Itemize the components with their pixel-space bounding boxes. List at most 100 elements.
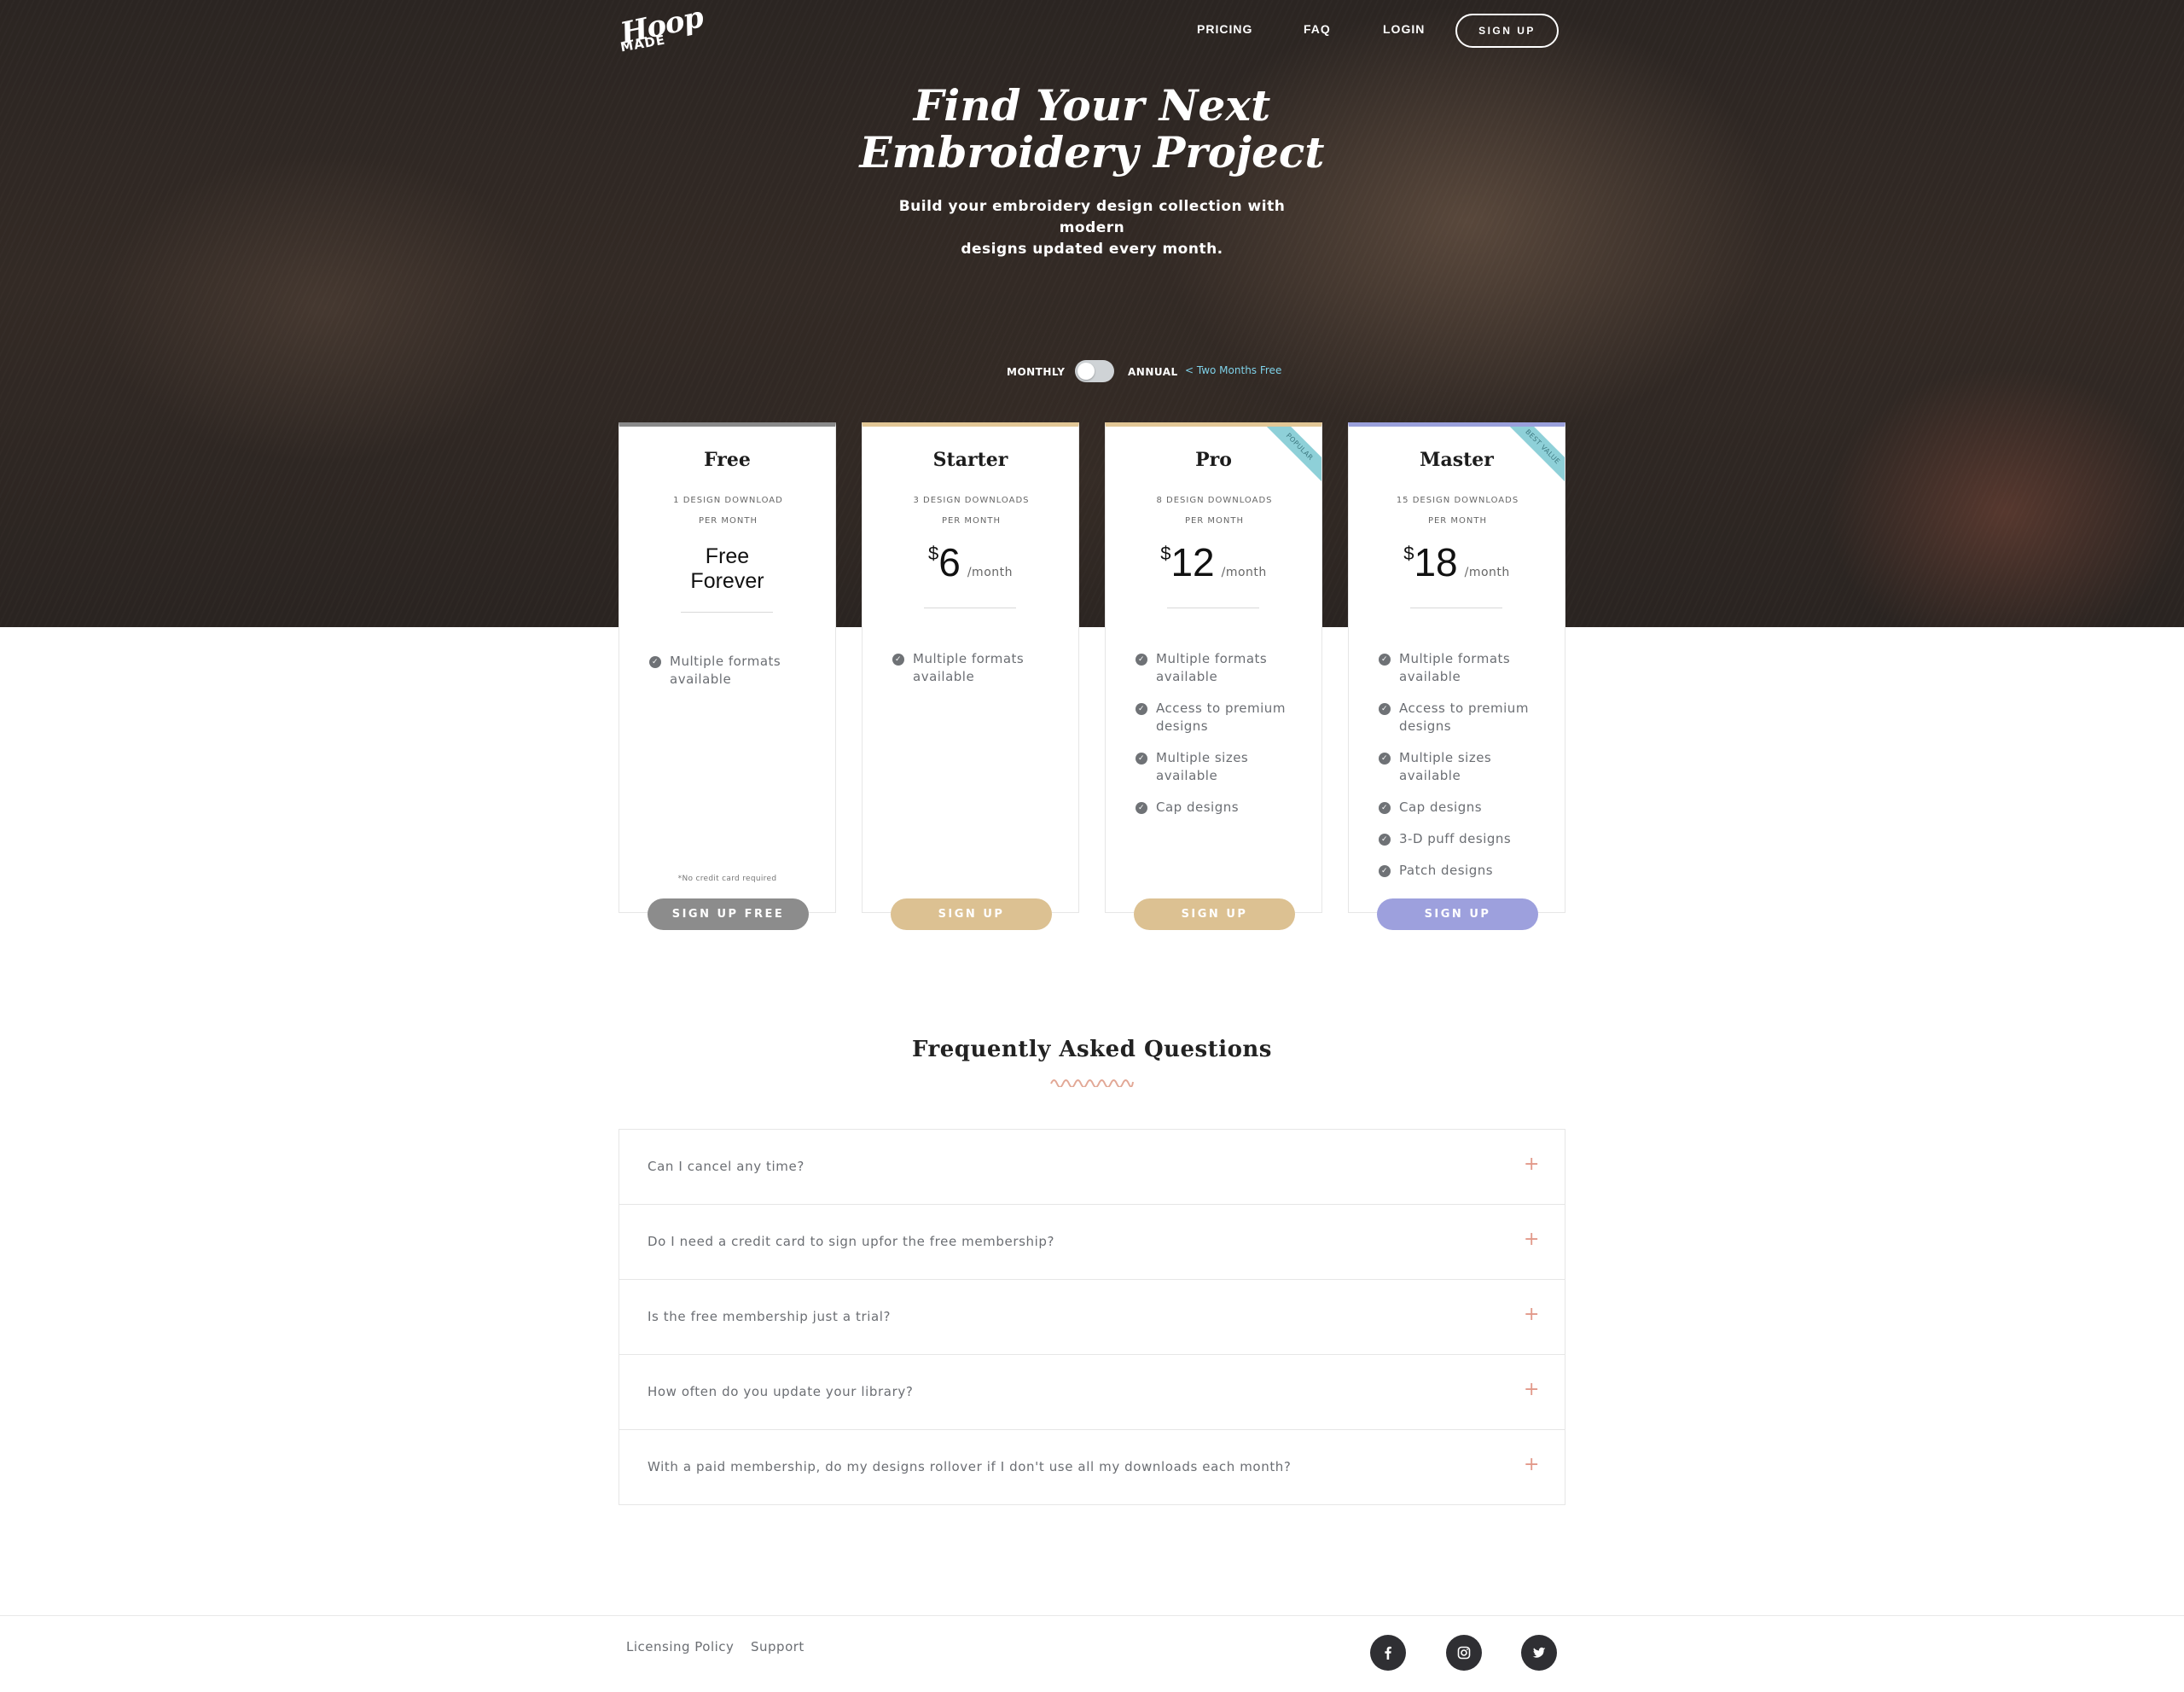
faq-item[interactable]: With a paid membership, do my designs ro…	[619, 1430, 1565, 1505]
expand-plus-icon[interactable]: +	[1524, 1229, 1539, 1250]
footer-divider	[0, 1615, 2184, 1616]
plan-card-master: BEST VALUE Master 15 DESIGN DOWNLOADS PE…	[1348, 422, 1565, 913]
expand-plus-icon[interactable]: +	[1524, 1454, 1539, 1475]
plan-name: Master	[1420, 449, 1494, 471]
check-icon: ✓	[1379, 834, 1391, 846]
plan-downloads-count: 15 DESIGN DOWNLOADS	[1396, 496, 1519, 505]
hero-title-line-2: Embroidery Project	[859, 127, 1325, 177]
price-currency: $	[928, 543, 939, 564]
plan-downloads-period: PER MONTH	[698, 516, 758, 526]
annual-label[interactable]: ANNUAL	[1128, 366, 1178, 378]
check-icon: ✓	[1136, 703, 1147, 715]
feature-text: Multiple sizes available	[1156, 750, 1249, 783]
feature-text: Access to premium designs	[1399, 701, 1529, 734]
plan-name: Free	[704, 449, 751, 471]
hoopmade-logo[interactable]: Hoop MADE	[618, 0, 706, 55]
feature-text: Patch designs	[1399, 863, 1494, 878]
plan-downloads: 15 DESIGN DOWNLOADS PER MONTH	[1374, 491, 1541, 532]
feature-item: ✓ Cap designs	[1379, 799, 1549, 817]
plan-features: ✓ Multiple formats available	[649, 653, 820, 702]
faq-item[interactable]: How often do you update your library? +	[619, 1355, 1565, 1430]
hero-title: Find Your Next Embroidery Project	[0, 82, 2184, 176]
expand-plus-icon[interactable]: +	[1524, 1154, 1539, 1175]
price-period: /month	[967, 566, 1013, 579]
pro-signup-button[interactable]: SIGN UP	[1134, 898, 1295, 930]
twitter-icon[interactable]	[1521, 1635, 1557, 1671]
plan-name: Pro	[1195, 449, 1232, 471]
check-icon: ✓	[1379, 703, 1391, 715]
feature-item: ✓ Multiple sizes available	[1379, 749, 1549, 785]
instagram-icon[interactable]	[1446, 1635, 1482, 1671]
expand-plus-icon[interactable]: +	[1524, 1379, 1539, 1400]
feature-text: Cap designs	[1156, 799, 1240, 815]
feature-text: Multiple formats available	[1156, 651, 1268, 684]
toggle-knob	[1077, 363, 1095, 380]
price-currency: $	[1160, 543, 1171, 564]
plan-downloads: 8 DESIGN DOWNLOADS PER MONTH	[1131, 491, 1298, 532]
facebook-icon[interactable]	[1370, 1635, 1406, 1671]
price-period: /month	[1221, 566, 1267, 579]
plan-downloads-count: 8 DESIGN DOWNLOADS	[1156, 496, 1273, 505]
plan-card-pro: POPULAR Pro 8 DESIGN DOWNLOADS PER MONTH…	[1105, 422, 1322, 913]
feature-item: ✓ Multiple sizes available	[1136, 749, 1306, 785]
plan-price: Free Forever	[619, 544, 835, 594]
plan-price-line-2: Forever	[690, 569, 764, 593]
nav-login-link[interactable]: LOGIN	[1383, 22, 1425, 36]
feature-text: 3-D puff designs	[1399, 831, 1512, 846]
top-navigation: Hoop MADE PRICING FAQ LOGIN SIGN UP	[618, 0, 1559, 60]
feature-item: ✓ Cap designs	[1136, 799, 1306, 817]
hero-subtitle-line-2: designs updated every month.	[961, 241, 1223, 258]
hero-subtitle-line-1: Build your embroidery design collection …	[898, 198, 1286, 236]
plan-divider	[681, 612, 773, 613]
instagram-glyph	[1457, 1646, 1471, 1660]
check-icon: ✓	[1136, 802, 1147, 814]
feature-text: Multiple sizes available	[1399, 750, 1492, 783]
feature-item: ✓ Multiple formats available	[892, 650, 1063, 686]
feature-text: Multiple formats available	[913, 651, 1025, 684]
price-amount: 6	[938, 540, 961, 584]
check-icon: ✓	[1136, 753, 1147, 765]
feature-item: ✓ Patch designs	[1379, 862, 1549, 880]
check-icon: ✓	[1379, 802, 1391, 814]
plan-price: $12/month	[1106, 539, 1321, 585]
plan-downloads-period: PER MONTH	[1184, 516, 1245, 526]
licensing-policy-link[interactable]: Licensing Policy	[626, 1639, 734, 1654]
starter-signup-button[interactable]: SIGN UP	[891, 898, 1052, 930]
plan-downloads-period: PER MONTH	[1427, 516, 1488, 526]
nav-signup-button[interactable]: SIGN UP	[1455, 14, 1559, 48]
faq-question: Can I cancel any time?	[648, 1159, 804, 1174]
faq-item[interactable]: Is the free membership just a trial? +	[619, 1280, 1565, 1355]
feature-item: ✓ Access to premium designs	[1136, 700, 1306, 736]
faq-accordion: Can I cancel any time? + Do I need a cre…	[619, 1129, 1565, 1505]
no-credit-card-note: *No credit card required	[677, 875, 777, 883]
faq-item[interactable]: Can I cancel any time? +	[619, 1130, 1565, 1205]
billing-toggle[interactable]	[1075, 360, 1114, 382]
price-amount: 12	[1170, 540, 1215, 584]
faq-item[interactable]: Do I need a credit card to sign upfor th…	[619, 1205, 1565, 1280]
faq-question: Do I need a credit card to sign upfor th…	[648, 1234, 1055, 1249]
price-period: /month	[1464, 566, 1510, 579]
support-link[interactable]: Support	[751, 1639, 804, 1654]
plan-features: ✓ Multiple formats available ✓ Access to p…	[1136, 650, 1306, 830]
plan-card-free: Free 1 DESIGN DOWNLOAD PER MONTH Free Fo…	[619, 422, 836, 913]
nav-pricing-link[interactable]: PRICING	[1197, 22, 1252, 36]
plan-downloads-count: 1 DESIGN DOWNLOAD	[673, 496, 783, 505]
nav-faq-link[interactable]: FAQ	[1304, 22, 1331, 36]
check-icon: ✓	[649, 656, 661, 668]
expand-plus-icon[interactable]: +	[1524, 1304, 1539, 1325]
price-currency: $	[1403, 543, 1414, 564]
plan-features: ✓ Multiple formats available	[892, 650, 1063, 700]
master-signup-button[interactable]: SIGN UP	[1377, 898, 1538, 930]
monthly-label[interactable]: MONTHLY	[1007, 366, 1065, 378]
feature-item: ✓ Access to premium designs	[1379, 700, 1549, 736]
feature-item: ✓ Multiple formats available	[1379, 650, 1549, 686]
pricing-cards: Free 1 DESIGN DOWNLOAD PER MONTH Free Fo…	[619, 422, 1565, 934]
feature-text: Multiple formats available	[1399, 651, 1511, 684]
plan-price: $6/month	[863, 539, 1078, 585]
plan-price: $18/month	[1349, 539, 1565, 585]
twitter-glyph	[1532, 1647, 1546, 1658]
signup-free-button[interactable]: SIGN UP FREE	[648, 898, 809, 930]
check-icon: ✓	[1379, 865, 1391, 877]
plan-downloads: 1 DESIGN DOWNLOAD PER MONTH	[645, 491, 811, 532]
plan-features: ✓ Multiple formats available ✓ Access to p…	[1379, 650, 1549, 893]
